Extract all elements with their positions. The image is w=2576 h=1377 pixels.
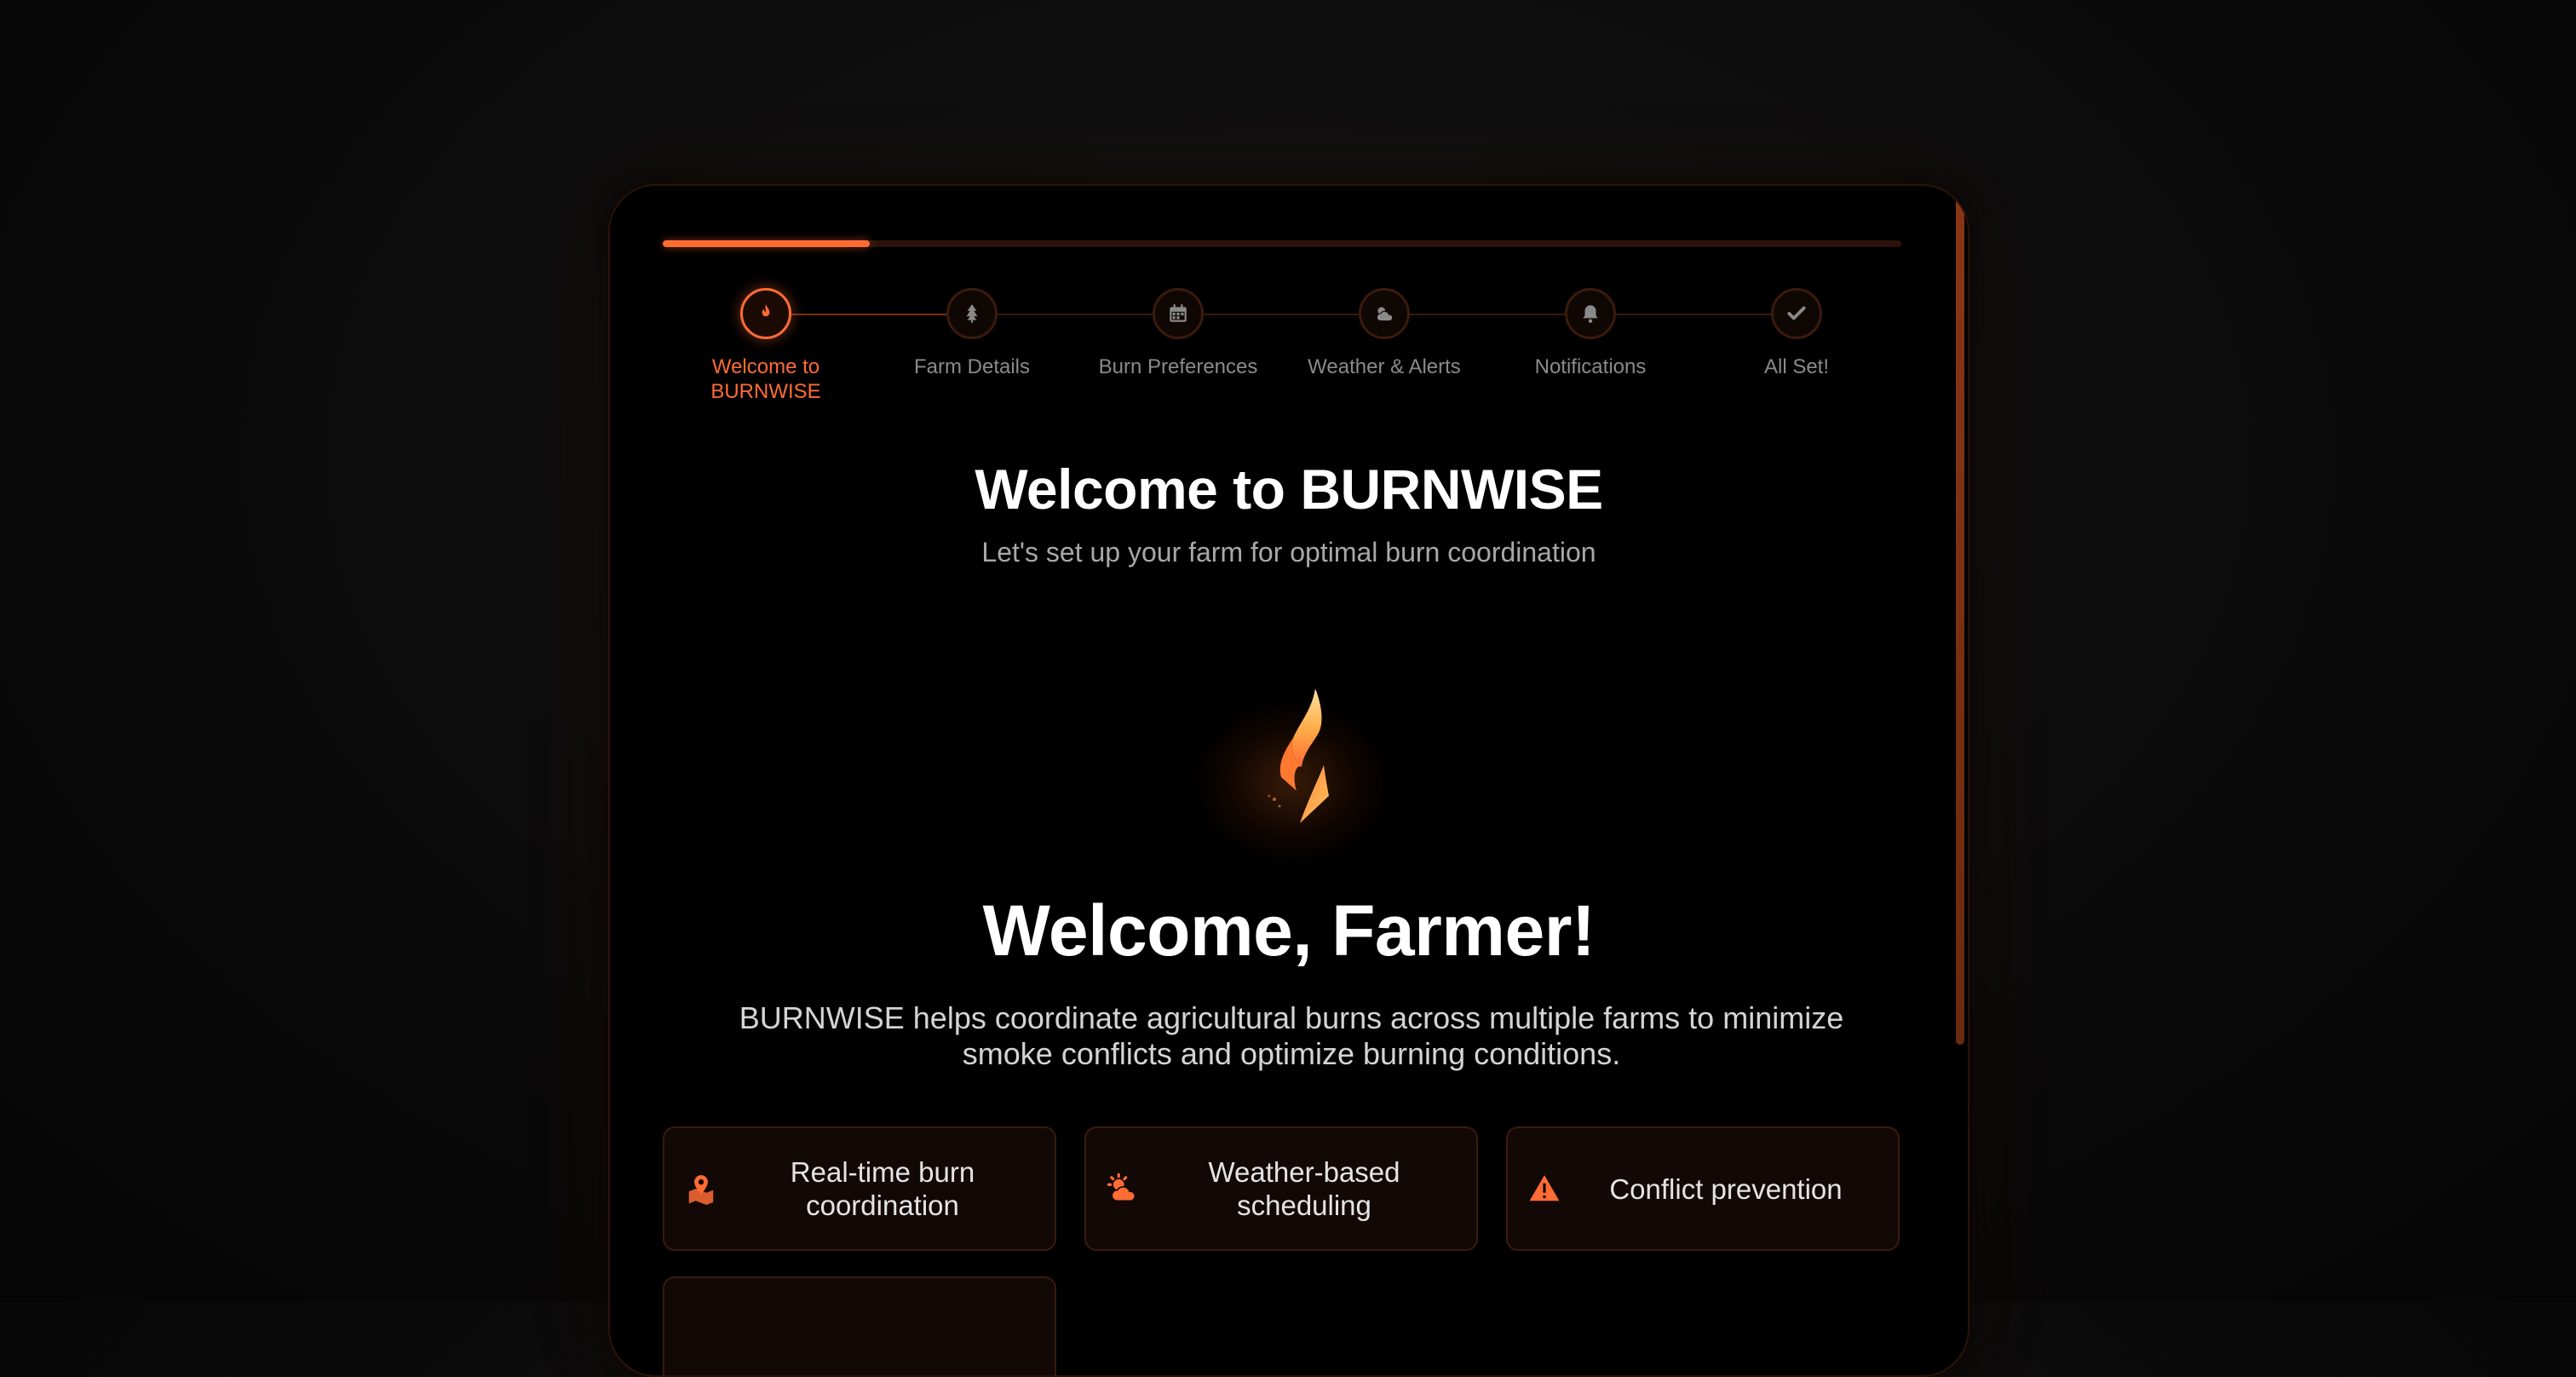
cloud-sun-icon xyxy=(1107,1172,1136,1202)
step-circle xyxy=(740,288,791,339)
page-title: Welcome to BURNWISE xyxy=(975,458,1603,521)
step-circle xyxy=(1359,288,1410,339)
feature-card xyxy=(663,1276,1056,1375)
welcome-description: BURNWISE helps coordinate agricultural b… xyxy=(739,1000,1844,1071)
feature-card-conflict-prevention: Conflict prevention xyxy=(1506,1126,1900,1251)
feature-label: Weather-based scheduling xyxy=(1208,1156,1400,1221)
progress-fill xyxy=(663,240,870,247)
step-label: Welcome to BURNWISE xyxy=(710,355,821,403)
step-farm-details[interactable]: Farm Details xyxy=(869,288,1075,379)
step-label: Burn Preferences xyxy=(1098,355,1258,378)
feature-icon xyxy=(685,1172,736,1205)
tree-icon xyxy=(966,304,978,323)
warning-icon xyxy=(1529,1175,1560,1201)
step-label: Weather & Alerts xyxy=(1308,355,1461,378)
step-all-set[interactable]: All Set! xyxy=(1693,288,1900,379)
welcome-heading: Welcome, Farmer! xyxy=(982,890,1596,971)
feature-label: Conflict prevention xyxy=(1609,1172,1843,1205)
feature-icon xyxy=(1528,1172,1579,1205)
step-label: Notifications xyxy=(1534,355,1647,378)
feature-card-weather-scheduling: Weather-based scheduling xyxy=(1084,1126,1478,1251)
step-label: Farm Details xyxy=(913,355,1031,378)
step-circle xyxy=(1771,288,1822,339)
cloud-sun-icon xyxy=(1376,307,1394,322)
step-weather-alerts[interactable]: Weather & Alerts xyxy=(1281,288,1487,379)
step-circle xyxy=(1153,288,1204,339)
flame-icon xyxy=(762,304,770,317)
step-notifications[interactable]: Notifications xyxy=(1487,288,1693,379)
step-burn-preferences[interactable]: Burn Preferences xyxy=(1075,288,1281,379)
step-circle xyxy=(1565,288,1616,339)
stepper: Welcome to BURNWISE Farm Details Burn Pr… xyxy=(663,288,1901,416)
page-subtitle: Let's set up your farm for optimal burn … xyxy=(981,537,1596,568)
check-icon xyxy=(1787,306,1806,320)
step-circle xyxy=(946,288,998,339)
feature-icon xyxy=(1107,1172,1158,1205)
calendar-icon xyxy=(1170,304,1187,322)
progress-bar xyxy=(663,240,1901,247)
bell-icon xyxy=(1583,305,1598,323)
onboarding-card: Welcome to BURNWISE Farm Details Burn Pr… xyxy=(608,184,1969,1377)
feature-card-burn-coordination: Real-time burn coordination xyxy=(663,1126,1056,1251)
step-label: All Set! xyxy=(1763,355,1830,378)
burnwise-flame-logo xyxy=(1268,688,1329,823)
step-welcome[interactable]: Welcome to BURNWISE xyxy=(663,288,869,404)
feature-label: Real-time burn coordination xyxy=(790,1156,975,1221)
map-marker-icon xyxy=(688,1175,714,1205)
